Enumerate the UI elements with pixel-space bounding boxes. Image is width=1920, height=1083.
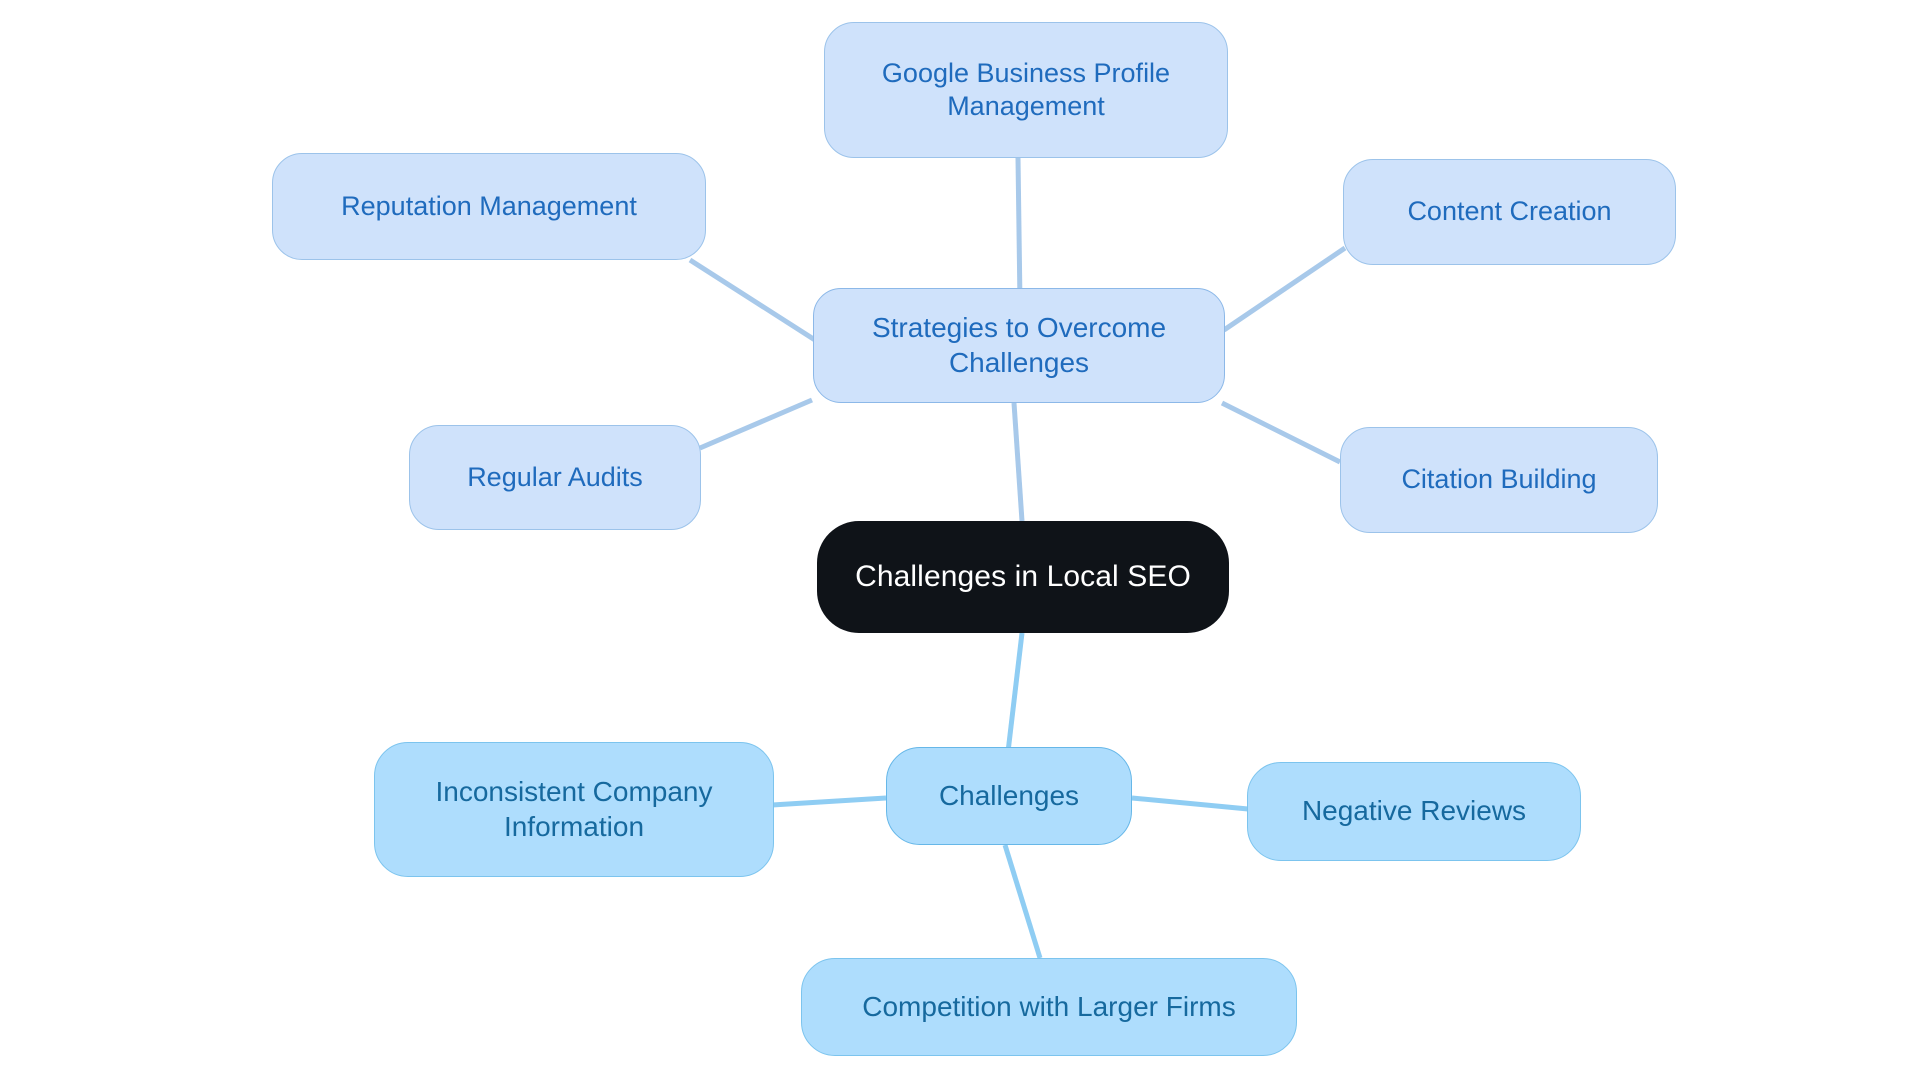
node-leaf-google-business-profile-management[interactable]: Google Business Profile Management	[824, 22, 1228, 158]
node-branch-challenges[interactable]: Challenges	[886, 747, 1132, 845]
mindmap-canvas: Challenges in Local SEO Strategies to Ov…	[0, 0, 1920, 1083]
node-leaf-label: Regular Audits	[467, 461, 643, 492]
node-leaf-label: Reputation Management	[341, 190, 637, 221]
node-leaf-content-creation[interactable]: Content Creation	[1343, 159, 1676, 265]
node-branch-challenges-label: Challenges	[938, 779, 1080, 811]
node-leaf-inconsistent-company-information[interactable]: Inconsistent Company Information	[374, 742, 774, 877]
edge-challenges-to-inconsistent	[771, 795, 887, 808]
edge-strategies-to-citation	[1220, 400, 1342, 465]
edge-challenges-to-negative	[1131, 795, 1249, 812]
edge-strategies-to-content	[1222, 245, 1347, 333]
edge-root-to-strategies	[1011, 402, 1025, 522]
node-leaf-label: Google Business Profile Management	[881, 57, 1171, 121]
node-leaf-label: Competition with Larger Firms	[862, 990, 1236, 1022]
node-branch-strategies-label: Strategies to Overcome Challenges	[871, 311, 1167, 378]
node-branch-strategies[interactable]: Strategies to Overcome Challenges	[813, 288, 1225, 403]
node-leaf-competition-with-larger-firms[interactable]: Competition with Larger Firms	[801, 958, 1297, 1056]
node-root[interactable]: Challenges in Local SEO	[817, 521, 1229, 633]
node-leaf-label: Citation Building	[1401, 464, 1597, 495]
edge-challenges-to-competition	[1002, 844, 1043, 959]
edge-strategies-to-gbp	[1015, 157, 1023, 304]
node-root-label: Challenges in Local SEO	[855, 560, 1191, 594]
node-leaf-negative-reviews[interactable]: Negative Reviews	[1247, 762, 1581, 861]
node-leaf-regular-audits[interactable]: Regular Audits	[409, 425, 701, 530]
node-leaf-label: Content Creation	[1407, 196, 1612, 227]
edge-strategies-to-audits	[699, 397, 813, 451]
node-leaf-reputation-management[interactable]: Reputation Management	[272, 153, 706, 260]
edge-root-to-challenges	[1005, 632, 1025, 753]
edge-strategies-to-reputation	[688, 257, 817, 343]
node-leaf-label: Negative Reviews	[1301, 795, 1527, 827]
node-leaf-label: Inconsistent Company Information	[435, 775, 713, 842]
node-leaf-citation-building[interactable]: Citation Building	[1340, 427, 1658, 533]
